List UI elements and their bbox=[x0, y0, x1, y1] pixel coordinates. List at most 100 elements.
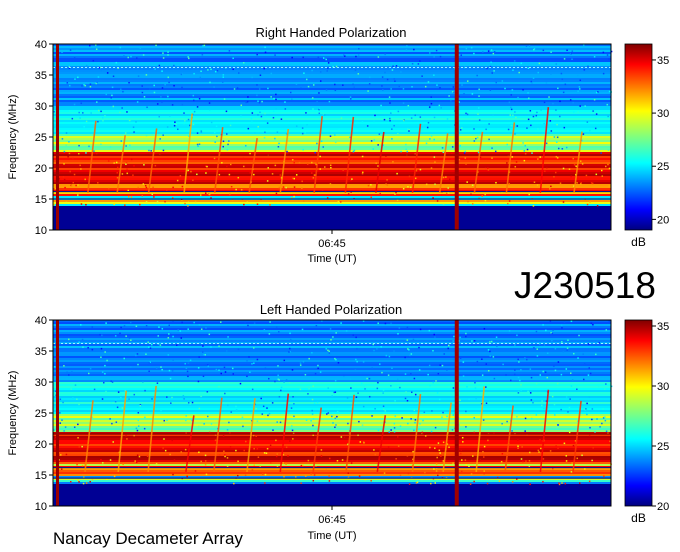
noise-speck bbox=[485, 363, 488, 365]
noise-speck bbox=[494, 150, 497, 153]
noise-speck bbox=[115, 61, 118, 64]
noise-speck bbox=[602, 408, 604, 410]
noise-speck bbox=[109, 418, 111, 420]
noise-speck bbox=[59, 398, 62, 401]
noise-speck bbox=[293, 403, 295, 405]
noise-speck bbox=[350, 462, 353, 464]
noise-speck bbox=[287, 455, 289, 457]
noise-speck bbox=[465, 410, 467, 413]
noise-speck bbox=[576, 182, 578, 184]
spectrogram-row bbox=[53, 46, 611, 49]
spectrogram-row bbox=[53, 424, 611, 427]
spectrogram-row bbox=[53, 390, 611, 393]
noise-speck bbox=[526, 358, 528, 361]
noise-speck bbox=[77, 437, 79, 439]
noise-speck bbox=[514, 344, 516, 346]
noise-speck bbox=[433, 56, 435, 58]
noise-speck bbox=[543, 407, 545, 410]
noise-speck bbox=[452, 86, 455, 88]
noise-speck bbox=[582, 133, 585, 135]
noise-speck bbox=[158, 326, 160, 328]
noise-speck bbox=[83, 125, 85, 128]
spectrogram-row bbox=[53, 480, 611, 483]
noise-speck bbox=[397, 445, 400, 447]
noise-speck bbox=[549, 450, 552, 452]
noise-speck bbox=[429, 138, 431, 140]
noise-speck bbox=[557, 447, 559, 449]
noise-speck bbox=[141, 91, 144, 94]
noise-speck bbox=[302, 360, 305, 363]
noise-speck bbox=[433, 156, 436, 158]
noise-speck bbox=[484, 193, 486, 196]
noise-speck bbox=[543, 122, 546, 125]
noise-speck bbox=[159, 138, 161, 140]
noise-speck bbox=[74, 384, 77, 386]
noise-speck bbox=[508, 332, 510, 334]
noise-speck bbox=[375, 162, 377, 165]
noise-speck bbox=[571, 58, 573, 61]
noise-speck bbox=[78, 144, 80, 147]
noise-speck bbox=[289, 338, 292, 341]
spectrogram-row bbox=[53, 194, 611, 197]
noise-speck bbox=[356, 347, 358, 350]
noise-speck bbox=[319, 371, 322, 373]
noise-speck bbox=[409, 354, 411, 357]
noise-speck bbox=[544, 170, 546, 173]
noise-speck bbox=[583, 363, 586, 365]
noise-speck bbox=[291, 369, 294, 371]
noise-speck bbox=[471, 93, 474, 95]
noise-speck bbox=[231, 367, 234, 370]
noise-speck bbox=[399, 386, 401, 389]
noise-speck bbox=[295, 125, 298, 127]
noise-speck bbox=[225, 350, 228, 352]
noise-speck bbox=[168, 324, 171, 327]
noise-speck bbox=[355, 396, 358, 398]
noise-speck bbox=[249, 371, 251, 373]
noise-speck bbox=[382, 408, 385, 411]
noise-speck bbox=[508, 182, 511, 185]
noise-speck bbox=[136, 101, 139, 103]
noise-speck bbox=[224, 371, 227, 373]
noise-speck bbox=[371, 367, 373, 370]
noise-speck bbox=[180, 337, 183, 339]
noise-speck bbox=[382, 405, 385, 407]
noise-speck bbox=[105, 322, 107, 324]
noise-speck bbox=[577, 357, 579, 359]
noise-speck bbox=[311, 413, 314, 415]
noise-speck bbox=[565, 455, 568, 457]
noise-speck bbox=[335, 164, 338, 166]
spectrogram-row bbox=[53, 70, 611, 73]
spectrogram-row bbox=[53, 420, 611, 423]
noise-speck bbox=[512, 69, 514, 71]
noise-speck bbox=[335, 424, 337, 426]
noise-speck bbox=[215, 125, 218, 127]
noise-speck bbox=[550, 51, 552, 53]
noise-speck bbox=[371, 415, 373, 417]
noise-speck bbox=[538, 342, 541, 345]
noise-speck bbox=[556, 157, 559, 159]
noise-speck bbox=[452, 414, 455, 416]
noise-speck bbox=[340, 201, 342, 203]
noise-speck bbox=[122, 463, 124, 466]
noise-speck bbox=[114, 335, 117, 337]
noise-speck bbox=[168, 369, 171, 372]
noise-speck bbox=[79, 164, 81, 167]
noise-speck bbox=[206, 391, 209, 393]
noise-speck bbox=[82, 346, 84, 348]
noise-speck bbox=[130, 196, 133, 198]
noise-speck bbox=[167, 54, 169, 56]
noise-speck bbox=[251, 388, 254, 391]
noise-speck bbox=[243, 449, 246, 452]
noise-speck bbox=[259, 74, 262, 77]
noise-speck bbox=[596, 418, 598, 420]
noise-speck bbox=[398, 85, 400, 88]
noise-speck bbox=[447, 192, 449, 194]
noise-speck bbox=[370, 140, 373, 142]
noise-speck bbox=[451, 91, 454, 93]
noise-speck bbox=[471, 340, 473, 342]
noise-speck bbox=[410, 373, 412, 375]
noise-speck bbox=[336, 460, 339, 462]
noise-speck bbox=[573, 111, 575, 113]
noise-speck bbox=[288, 351, 290, 353]
noise-speck bbox=[292, 395, 294, 398]
